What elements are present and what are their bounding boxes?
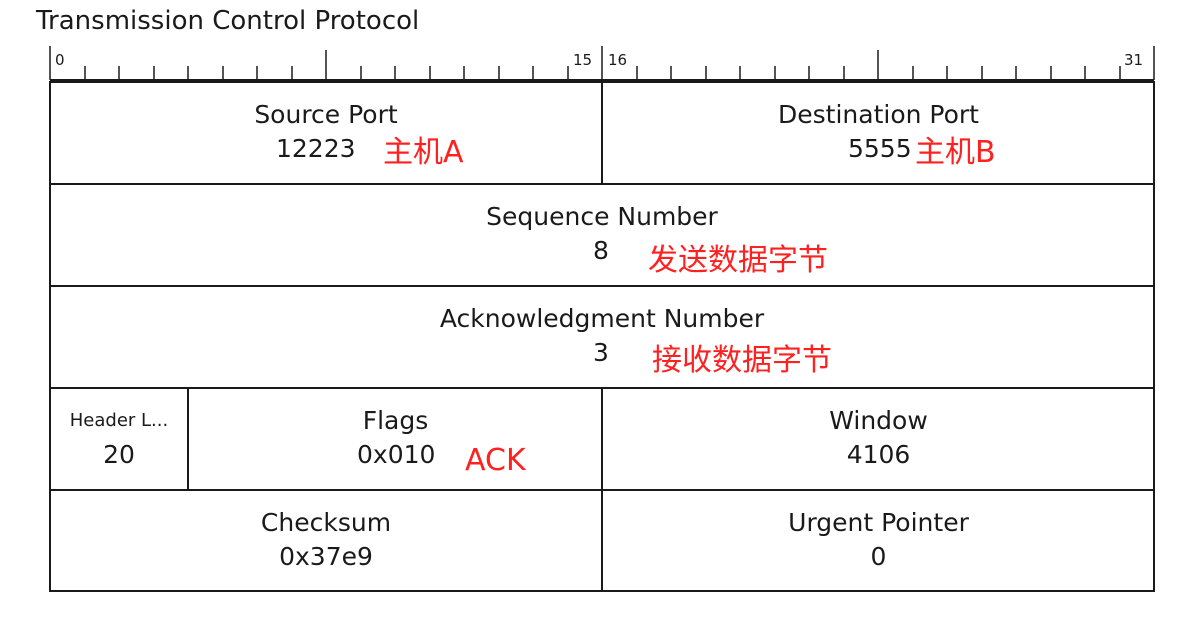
flags-note: ACK bbox=[465, 443, 526, 478]
window-field: Window 4106 bbox=[603, 388, 1154, 490]
urgent-pointer-field: Urgent Pointer 0 bbox=[603, 490, 1154, 592]
ruler-label-16: 16 bbox=[608, 51, 628, 69]
checksum-value: 0x37e9 bbox=[279, 542, 373, 571]
urgent-pointer-value: 0 bbox=[870, 542, 887, 571]
flags-label: Flags bbox=[362, 406, 429, 435]
bit-ruler bbox=[49, 46, 1155, 81]
destination-port-note: 主机B bbox=[915, 135, 996, 170]
destination-port-label: Destination Port bbox=[778, 100, 979, 129]
grid-line-row2 bbox=[50, 285, 1155, 287]
flags-field: Flags 0x010 ACK bbox=[189, 388, 602, 490]
grid-line-right bbox=[1153, 81, 1155, 592]
destination-port-field: Destination Port 5555 主机B bbox=[603, 82, 1154, 184]
source-port-value: 12223 bbox=[276, 134, 356, 163]
acknowledgment-number-label: Acknowledgment Number bbox=[439, 304, 765, 333]
checksum-label: Checksum bbox=[260, 508, 392, 537]
window-value: 4106 bbox=[846, 440, 911, 469]
sequence-number-field: Sequence Number 8 发送数据字节 bbox=[50, 184, 1154, 286]
urgent-pointer-label: Urgent Pointer bbox=[788, 508, 969, 537]
window-label: Window bbox=[829, 406, 928, 435]
source-port-field: Source Port 12223 主机A bbox=[50, 82, 602, 184]
sequence-number-value: 8 bbox=[593, 236, 609, 265]
ruler-label-31: 31 bbox=[1124, 51, 1144, 69]
grid-line-header-length bbox=[187, 387, 189, 491]
ruler-label-0: 0 bbox=[55, 51, 65, 69]
header-length-value: 20 bbox=[103, 440, 135, 469]
grid-line-mid-row1 bbox=[601, 81, 603, 185]
row-acknowledgment: Acknowledgment Number 3 接收数据字节 bbox=[50, 286, 1154, 388]
header-length-field: Header L... 20 bbox=[50, 388, 188, 490]
acknowledgment-number-value: 3 bbox=[593, 338, 609, 367]
source-port-note: 主机A bbox=[383, 135, 464, 170]
ruler-label-15: 15 bbox=[573, 51, 593, 69]
acknowledgment-number-note: 接收数据字节 bbox=[652, 343, 832, 378]
flags-value: 0x010 bbox=[357, 440, 436, 469]
sequence-number-label: Sequence Number bbox=[486, 202, 718, 231]
destination-port-value: 5555 bbox=[848, 134, 912, 163]
grid-line-mid-row4 bbox=[601, 387, 603, 592]
sequence-number-note: 发送数据字节 bbox=[648, 243, 828, 278]
acknowledgment-number-field: Acknowledgment Number 3 接收数据字节 bbox=[50, 286, 1154, 388]
row-sequence: Sequence Number 8 发送数据字节 bbox=[50, 184, 1154, 286]
grid-line-left bbox=[49, 81, 51, 592]
checksum-field: Checksum 0x37e9 bbox=[50, 490, 602, 592]
source-port-label: Source Port bbox=[254, 100, 398, 129]
header-length-label: Header L... bbox=[69, 410, 169, 431]
